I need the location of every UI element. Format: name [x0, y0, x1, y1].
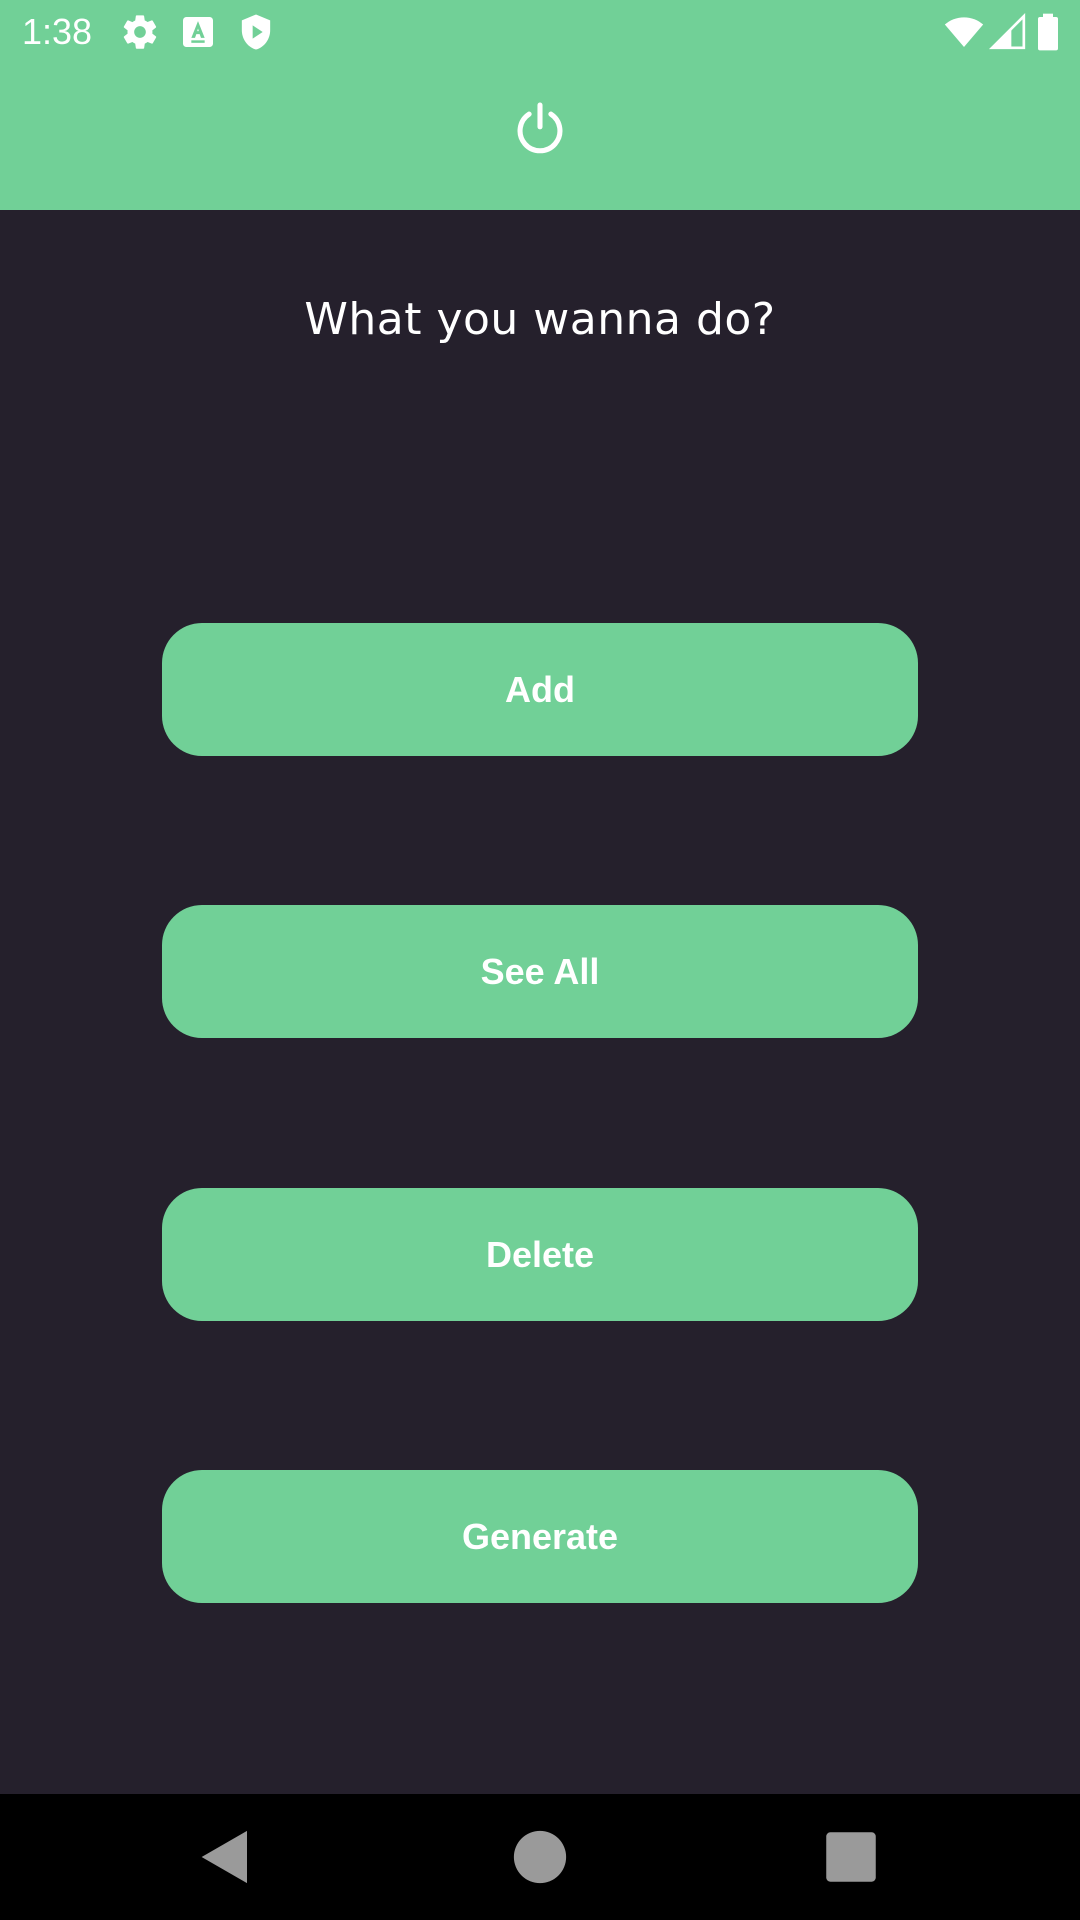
settings-icon: [120, 12, 160, 52]
recents-icon[interactable]: [818, 1824, 884, 1890]
delete-button[interactable]: Delete: [162, 1188, 918, 1321]
top-app-bar: 1:38: [0, 0, 1080, 210]
shield-play-icon: [236, 12, 276, 52]
back-icon[interactable]: [192, 1824, 258, 1890]
cell-signal-icon: [988, 12, 1028, 52]
generate-button[interactable]: Generate: [162, 1470, 918, 1603]
status-time: 1:38: [22, 11, 93, 52]
add-button[interactable]: Add: [162, 623, 918, 756]
status-bar: 1:38: [0, 0, 1080, 63]
page-title: What you wanna do?: [304, 294, 776, 345]
battery-icon: [1032, 12, 1064, 52]
app-screen: 1:38 What you wanna do? Add See All Dele…: [0, 0, 1080, 1920]
navigation-bar: [0, 1794, 1080, 1920]
wifi-icon: [942, 12, 986, 52]
see-all-button[interactable]: See All: [162, 905, 918, 1038]
font-a-icon: [178, 12, 218, 52]
home-icon[interactable]: [507, 1824, 573, 1890]
power-icon[interactable]: [511, 99, 569, 157]
